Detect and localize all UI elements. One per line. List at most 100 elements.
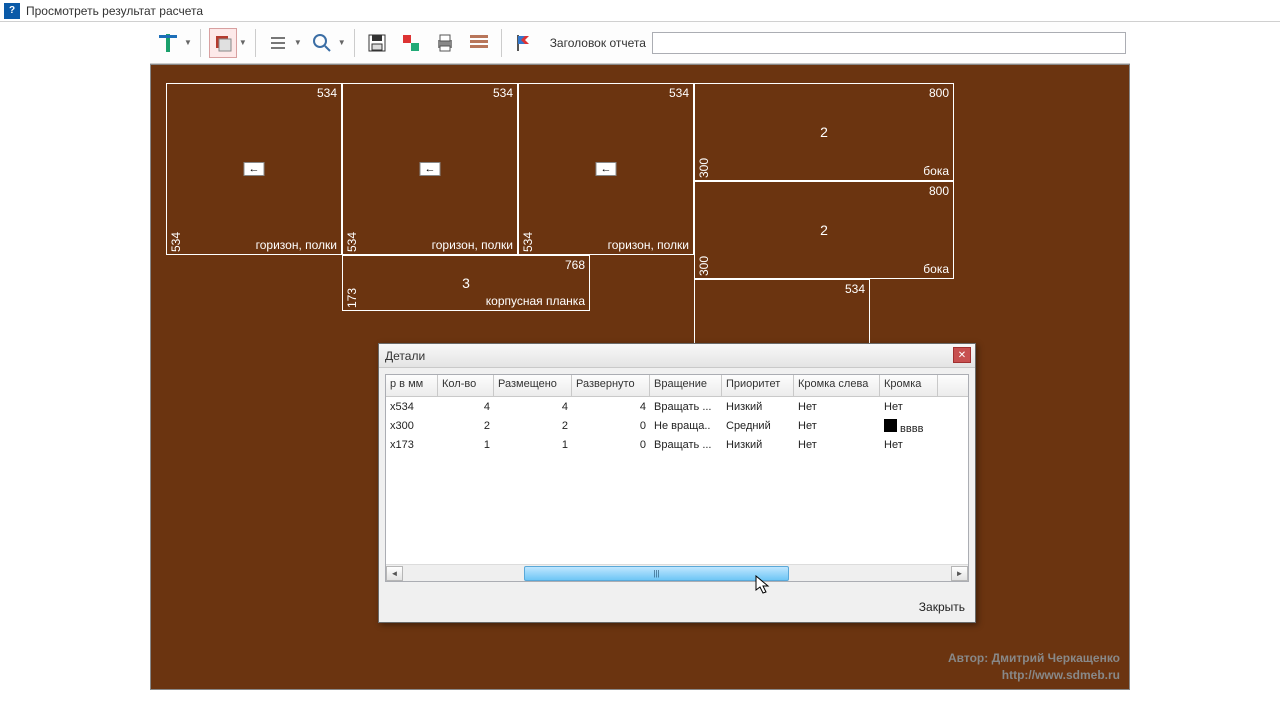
panel-number: 3 (462, 275, 470, 291)
cut-panel[interactable]: 800 300 бока 2 (694, 181, 954, 279)
panel-name-label: бока (923, 262, 949, 276)
scroll-right-icon[interactable]: ► (951, 566, 968, 581)
separator (200, 29, 201, 57)
column-header[interactable]: Размещено (494, 375, 572, 396)
tool-layers-icon[interactable] (209, 28, 237, 58)
column-header[interactable]: Развернуто (572, 375, 650, 396)
author-credit: Автор: Дмитрий Черкащенко http://www.sdm… (948, 650, 1120, 684)
dialog-body: р в ммКол-воРазмещеноРазвернутоВращениеП… (385, 374, 969, 582)
panel-name-label: горизон, полки (256, 238, 337, 252)
details-dialog: Детали ✕ р в ммКол-воРазмещеноРазвернуто… (378, 343, 976, 623)
panel-height-label: 534 (169, 232, 183, 252)
cut-panel[interactable]: 534 534 горизон, полки ← (342, 83, 518, 255)
table-cell: Вращать ... (650, 438, 722, 452)
table-cell: Нет (880, 400, 938, 414)
table-cell: Средний (722, 419, 794, 433)
dropdown-icon[interactable]: ▼ (239, 38, 247, 47)
panel-marker: ← (420, 162, 441, 176)
table-cell: 1 (494, 438, 572, 452)
horizontal-scrollbar[interactable]: ◄ ||| ► (386, 564, 968, 581)
column-header[interactable]: р в мм (386, 375, 438, 396)
table-cell: Низкий (722, 400, 794, 414)
table-cell: x534 (386, 400, 438, 414)
window-title: Просмотреть результат расчета (26, 4, 203, 18)
panel-height-label: 300 (697, 256, 711, 276)
dropdown-icon[interactable]: ▼ (338, 38, 346, 47)
table-cell: 2 (438, 419, 494, 433)
panel-width-label: 534 (669, 86, 689, 100)
author-url: http://www.sdmeb.ru (948, 667, 1120, 684)
tool-ruler-icon[interactable] (154, 28, 182, 58)
scroll-track[interactable]: ||| (404, 566, 950, 581)
table-row[interactable]: x300220Не враща..СреднийНет вввв (386, 416, 968, 435)
column-header[interactable]: Приоритет (722, 375, 794, 396)
table-cell: Нет (794, 419, 880, 433)
column-header[interactable]: Кромка (880, 375, 938, 396)
close-button[interactable]: Закрыть (919, 600, 965, 614)
table-cell: Низкий (722, 438, 794, 452)
tool-shapes-icon[interactable] (397, 28, 425, 58)
table-cell: вввв (880, 416, 938, 436)
panel-width-label: 800 (929, 184, 949, 198)
table-row[interactable]: x173110Вращать ...НизкийНетНет (386, 435, 968, 454)
table-header-row: р в ммКол-воРазмещеноРазвернутоВращениеП… (386, 375, 968, 397)
separator (354, 29, 355, 57)
separator (255, 29, 256, 57)
cut-panel[interactable]: 534 534 горизон, полки ← (166, 83, 342, 255)
table-cell: 0 (572, 438, 650, 452)
table-cell: 4 (572, 400, 650, 414)
table-cell: 0 (572, 419, 650, 433)
panel-name-label: бока (923, 164, 949, 178)
tool-list-icon[interactable] (264, 28, 292, 58)
table-cell: 1 (438, 438, 494, 452)
panel-height-label: 534 (345, 232, 359, 252)
column-header[interactable]: Вращение (650, 375, 722, 396)
panel-height-label: 173 (345, 288, 359, 308)
tool-grid-icon[interactable] (465, 28, 493, 58)
window-titlebar: ? Просмотреть результат расчета (0, 0, 1280, 22)
table-cell: Вращать ... (650, 400, 722, 414)
panel-width-label: 534 (493, 86, 513, 100)
panel-width-label: 800 (929, 86, 949, 100)
cut-panel[interactable]: 768173корпусная планка3 (342, 255, 590, 311)
tool-save-icon[interactable] (363, 28, 391, 58)
panel-name-label: горизон, полки (432, 238, 513, 252)
panel-number: 2 (820, 222, 828, 238)
table-row[interactable]: x534444Вращать ...НизкийНетНет (386, 397, 968, 416)
close-icon[interactable]: ✕ (953, 347, 971, 363)
dropdown-icon[interactable]: ▼ (294, 38, 302, 47)
color-swatch (884, 419, 897, 432)
table-cell: 2 (494, 419, 572, 433)
tool-flag-icon[interactable] (510, 28, 538, 58)
tool-print-icon[interactable] (431, 28, 459, 58)
cut-panel[interactable]: 534 534 горизон, полки ← (518, 83, 694, 255)
panel-marker: ← (244, 162, 265, 176)
panel-width-label: 534 (317, 86, 337, 100)
table-cell: 4 (494, 400, 572, 414)
table-cell: x300 (386, 419, 438, 433)
table-cell: Не враща.. (650, 419, 722, 433)
author-name: Автор: Дмитрий Черкащенко (948, 650, 1120, 667)
column-header[interactable]: Кол-во (438, 375, 494, 396)
report-title-label: Заголовок отчета (550, 36, 646, 50)
table-cell: 4 (438, 400, 494, 414)
separator (501, 29, 502, 57)
column-header[interactable]: Кромка слева (794, 375, 880, 396)
scroll-left-icon[interactable]: ◄ (386, 566, 403, 581)
panel-marker: ← (596, 162, 617, 176)
dialog-titlebar[interactable]: Детали ✕ (379, 344, 975, 368)
dialog-title: Детали (385, 349, 425, 363)
table-cell: Нет (880, 438, 938, 452)
scroll-thumb[interactable]: ||| (524, 566, 789, 581)
panel-name-label: корпусная планка (486, 294, 585, 308)
toolbar: ▼ ▼ ▼ ▼ Заголовок отчета (150, 22, 1130, 64)
dropdown-icon[interactable]: ▼ (184, 38, 192, 47)
report-title-input[interactable] (652, 32, 1126, 54)
panel-number: 2 (820, 124, 828, 140)
panel-name-label: горизон, полки (608, 238, 689, 252)
panel-width-label: 534 (845, 282, 865, 296)
cut-panel[interactable]: 800300бока2 (694, 83, 954, 181)
tool-search-icon[interactable] (308, 28, 336, 58)
table-cell: Нет (794, 438, 880, 452)
panel-height-label: 534 (521, 232, 535, 252)
